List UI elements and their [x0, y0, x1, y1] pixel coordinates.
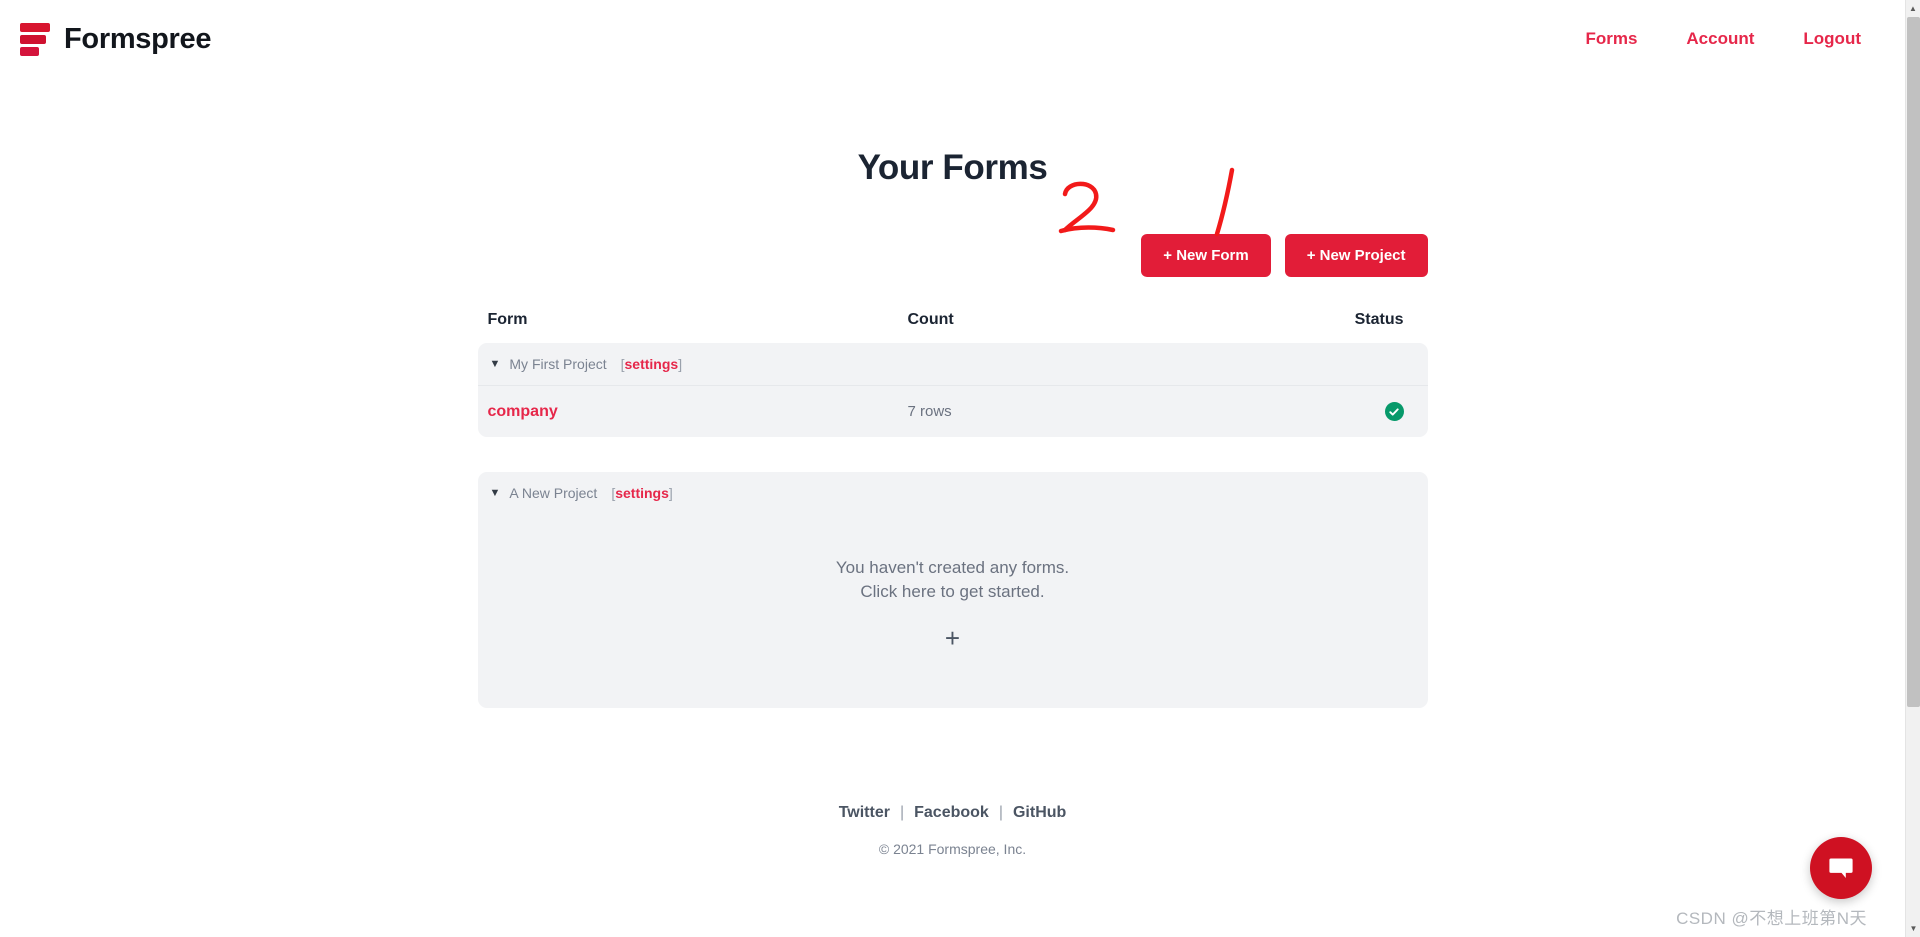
check-circle-icon	[1384, 402, 1404, 421]
site-header: Formspree Forms Account Logout	[0, 0, 1905, 78]
chevron-down-icon[interactable]: ▼	[490, 358, 501, 370]
empty-state-line-2: Click here to get started.	[860, 582, 1045, 602]
form-submission-count: 7 rows	[907, 403, 952, 420]
project-name: My First Project	[509, 356, 607, 372]
footer-link-github[interactable]: GitHub	[1013, 804, 1066, 822]
scroll-down-arrow-icon[interactable]: ▼	[1906, 920, 1920, 937]
project-header: ▼ My First Project [settings]	[478, 343, 1428, 385]
main-nav: Forms Account Logout	[1585, 29, 1869, 49]
chat-widget-button[interactable]	[1810, 837, 1872, 899]
site-footer: Twitter | Facebook | GitHub © 2021 Forms…	[478, 804, 1428, 897]
project-settings-link[interactable]: [settings]	[611, 485, 672, 501]
form-status-cell	[1208, 402, 1404, 421]
empty-state-line-1: You haven't created any forms.	[835, 558, 1070, 577]
column-header-count: Count	[907, 311, 954, 328]
footer-separator: |	[899, 804, 905, 822]
formspree-bars-icon	[20, 20, 50, 58]
project-card-my-first-project: ▼ My First Project [settings] company 7 …	[477, 343, 1428, 437]
brand-name: Formspree	[64, 22, 212, 55]
project-settings-label: settings	[624, 356, 679, 372]
empty-state: You haven't created any forms. Click her…	[478, 514, 1428, 708]
scrollbar-thumb[interactable]	[1907, 17, 1920, 707]
page-title: Your Forms	[857, 148, 1048, 187]
chevron-down-icon[interactable]: ▼	[490, 487, 501, 499]
nav-link-account[interactable]: Account	[1686, 29, 1754, 49]
brand-logo-link[interactable]: Formspree	[20, 20, 211, 58]
new-form-button[interactable]: + New Form	[1141, 234, 1271, 277]
page-viewport: Formspree Forms Account Logout Your Form…	[0, 0, 1905, 937]
project-header: ▼ A New Project [settings]	[478, 472, 1428, 514]
copyright-text: © 2021 Formspree, Inc.	[878, 841, 1027, 858]
footer-link-twitter[interactable]: Twitter	[839, 804, 890, 822]
footer-link-facebook[interactable]: Facebook	[914, 804, 989, 822]
project-name: A New Project	[509, 485, 598, 501]
add-form-plus-button[interactable]: +	[945, 625, 960, 651]
new-project-button[interactable]: + New Project	[1284, 234, 1428, 277]
project-settings-label: settings	[615, 485, 669, 501]
project-settings-link[interactable]: [settings]	[621, 356, 682, 372]
project-card-a-new-project: ▼ A New Project [settings] You haven't c…	[477, 472, 1428, 709]
footer-links: Twitter | Facebook | GitHub	[478, 804, 1428, 822]
main-content: Your Forms + New Form + New Project Form	[477, 78, 1428, 897]
action-bar: + New Form + New Project	[478, 167, 1428, 277]
forms-table-header: Form Count Status	[478, 311, 1428, 343]
column-header-status: Status	[1354, 311, 1404, 328]
table-row[interactable]: company 7 rows	[477, 385, 1428, 437]
form-name-link[interactable]: company	[488, 403, 908, 421]
csdn-watermark: CSDN @不想上班第N天	[1676, 909, 1867, 928]
footer-separator: |	[998, 804, 1003, 822]
nav-link-logout[interactable]: Logout	[1803, 29, 1861, 49]
scroll-up-arrow-icon[interactable]: ▲	[1906, 0, 1920, 17]
column-header-form: Form	[487, 311, 528, 328]
chat-bubble-icon	[1827, 853, 1855, 884]
nav-link-forms[interactable]: Forms	[1585, 29, 1637, 49]
page-scrollbar[interactable]: ▲ ▼	[1905, 0, 1920, 937]
